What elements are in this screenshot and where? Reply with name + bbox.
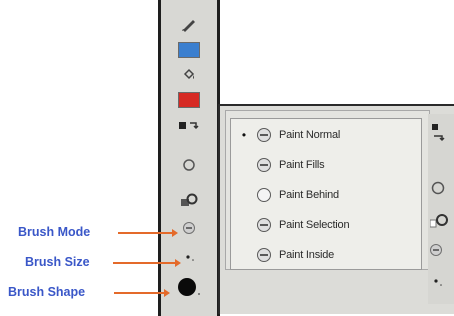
- menu-item-paint-normal[interactable]: • Paint Normal: [231, 121, 421, 149]
- brush-shape-label: Brush Shape: [8, 285, 86, 299]
- object-drawing-icon[interactable]: [430, 180, 446, 201]
- fill-color-button[interactable]: [161, 92, 217, 108]
- paint-selection-icon: [257, 218, 271, 232]
- brush-size-icon[interactable]: [430, 274, 444, 292]
- paint-bucket-icon[interactable]: [161, 68, 217, 82]
- menu-item-paint-selection[interactable]: Paint Selection: [231, 211, 421, 239]
- stroke-color-button[interactable]: [161, 42, 217, 58]
- pencil-icon[interactable]: [161, 18, 217, 32]
- lock-fill-icon[interactable]: [161, 192, 217, 208]
- menu-item-paint-fills[interactable]: Paint Fills: [231, 151, 421, 179]
- brush-mode-menu: • Paint Normal Paint Fills Paint Behind …: [230, 118, 422, 270]
- brush-size-icon[interactable]: [161, 252, 217, 262]
- brush-mode-label: Brush Mode: [18, 225, 91, 239]
- menu-item-label: Paint Selection: [279, 219, 350, 231]
- menu-item-paint-inside[interactable]: Paint Inside: [231, 241, 421, 269]
- brush-mode-circle-icon: [430, 244, 442, 256]
- partial-toolbar-strip: [428, 114, 454, 304]
- object-drawing-icon[interactable]: [161, 158, 217, 172]
- paint-behind-icon: [257, 188, 271, 202]
- paint-fills-icon: [257, 158, 271, 172]
- brush-size-label: Brush Size: [25, 255, 90, 269]
- brush-mode-arrow: [118, 229, 178, 237]
- swap-colors-icon[interactable]: [161, 120, 217, 132]
- paint-normal-icon: [257, 128, 271, 142]
- brush-toolbar: [158, 0, 220, 316]
- fill-color-swatch: [178, 92, 200, 108]
- swap-colors-icon[interactable]: [430, 122, 450, 149]
- menu-item-paint-behind[interactable]: Paint Behind: [231, 181, 421, 209]
- brush-mode-circle-icon: [183, 222, 195, 234]
- selected-check-mark: •: [241, 128, 247, 142]
- menu-item-label: Paint Fills: [279, 159, 325, 171]
- brush-shape-arrow: [114, 289, 170, 297]
- menu-item-label: Paint Inside: [279, 249, 335, 261]
- brush-mode-icon[interactable]: [430, 244, 442, 256]
- stroke-color-swatch: [178, 42, 200, 58]
- menu-item-label: Paint Normal: [279, 129, 341, 141]
- lock-fill-icon[interactable]: [429, 212, 450, 235]
- brush-size-arrow: [113, 259, 181, 267]
- menu-item-label: Paint Behind: [279, 189, 339, 201]
- paint-inside-icon: [257, 248, 271, 262]
